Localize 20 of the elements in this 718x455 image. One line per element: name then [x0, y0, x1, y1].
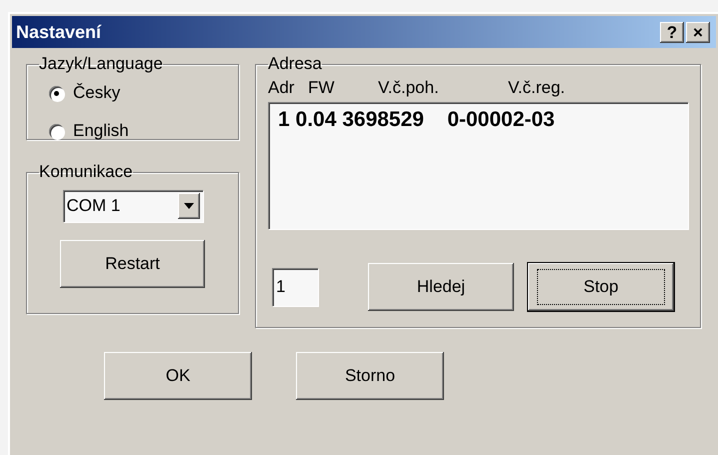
column-header: V.č.poh.	[378, 78, 440, 98]
column-header: V.č.reg.	[508, 78, 566, 98]
window-title: Nastavení	[16, 22, 102, 42]
search-button[interactable]: Hledej	[368, 263, 514, 311]
close-button[interactable]: ×	[686, 22, 710, 42]
radio-option[interactable]: English	[39, 112, 226, 150]
stop-button[interactable]: Stop	[528, 263, 674, 311]
cancel-button[interactable]: Storno	[296, 352, 444, 400]
group-title: Komunikace	[39, 162, 133, 182]
ok-button[interactable]: OK	[104, 352, 252, 400]
address-input[interactable]: 1	[272, 268, 318, 306]
column-header: Adr	[268, 78, 296, 98]
restart-button[interactable]: Restart	[60, 240, 205, 288]
radio-option[interactable]: Česky	[39, 74, 226, 112]
group-title: Jazyk/Language	[39, 54, 163, 74]
help-button[interactable]: ?	[660, 22, 684, 42]
column-header: FW	[308, 78, 336, 98]
list-item[interactable]: 1 0.04 3698529 0-00002-03	[278, 108, 678, 132]
port-dropdown[interactable]: COM 1	[62, 190, 202, 222]
group-title: Adresa	[268, 54, 322, 74]
